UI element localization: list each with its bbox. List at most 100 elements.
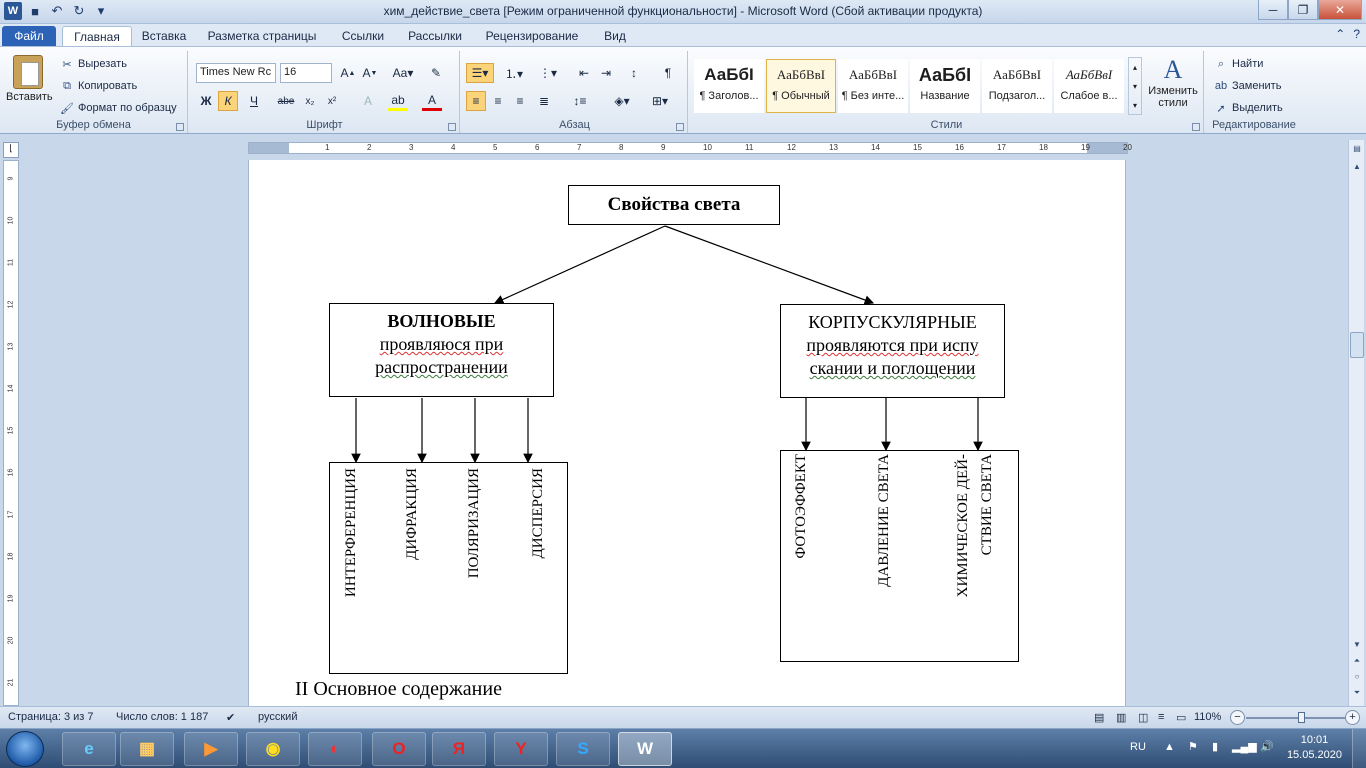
bold-button[interactable]: Ж — [196, 91, 216, 111]
corp-box[interactable]: КОРПУСКУЛЯРНЫЕ проявляются при испу скан… — [780, 304, 1005, 398]
style-heading[interactable]: АаБбІ ¶ Заголов... — [694, 59, 764, 113]
app-red-icon[interactable]: ◐ — [308, 732, 362, 766]
show-desktop-button[interactable] — [1352, 729, 1366, 768]
clear-formatting-icon[interactable]: ✎ — [426, 63, 446, 83]
numbering-button[interactable]: ⒈▾ — [500, 63, 528, 83]
highlight-icon[interactable]: ab — [388, 91, 408, 111]
tray-expand-icon[interactable]: ▲ — [1164, 741, 1175, 753]
justify-button[interactable]: ≣ — [534, 91, 554, 111]
close-button[interactable]: ✕ — [1318, 0, 1362, 20]
skype-icon[interactable]: S — [556, 732, 610, 766]
sort-icon[interactable]: ↕ — [624, 63, 644, 83]
yandex-browser-icon[interactable]: Y — [494, 732, 548, 766]
copy-button[interactable]: ⧉ Копировать — [60, 79, 137, 93]
borders-icon[interactable]: ⊞▾ — [646, 91, 674, 111]
change-case-icon[interactable]: Aa▾ — [390, 63, 416, 83]
style-subtle-emphasis[interactable]: АаБбВвІ Слабое в... — [1054, 59, 1124, 113]
tab-mailings[interactable]: Рассылки — [400, 26, 470, 46]
tab-file[interactable]: Файл — [2, 26, 56, 46]
strikethrough-button[interactable]: abe — [276, 91, 296, 111]
underline-button[interactable]: Ч — [244, 91, 264, 111]
change-styles-button[interactable]: A Изменить стили — [1144, 55, 1202, 109]
grow-font-icon[interactable]: A ▲ — [338, 63, 358, 83]
style-subtitle[interactable]: АаБбВвІ Подзагол... — [982, 59, 1052, 113]
line-spacing-button[interactable]: ↕≡ — [566, 91, 594, 111]
font-launcher-icon[interactable] — [448, 123, 456, 131]
language-indicator-tray[interactable]: RU — [1130, 741, 1146, 753]
collapse-ribbon-icon[interactable]: ⌃ — [1335, 27, 1345, 41]
view-web-icon[interactable]: ◫ — [1138, 711, 1148, 724]
shading-icon[interactable]: ◈▾ — [608, 91, 636, 111]
zoom-in-button[interactable]: + — [1345, 710, 1360, 725]
decrease-indent-icon[interactable]: ⇤ — [574, 63, 594, 83]
shrink-font-icon[interactable]: A ▼ — [360, 63, 380, 83]
superscript-button[interactable]: x² — [322, 91, 342, 111]
flag-icon[interactable]: ⚑ — [1188, 740, 1198, 753]
word-count[interactable]: Число слов: 1 187 — [116, 711, 208, 723]
network-icon[interactable]: ▂▄▆ — [1232, 740, 1257, 753]
tab-view[interactable]: Вид — [594, 26, 636, 46]
chrome-icon[interactable]: ◉ — [246, 732, 300, 766]
scroll-down-icon[interactable]: ▼ — [1351, 640, 1363, 652]
styles-launcher-icon[interactable] — [1192, 123, 1200, 131]
zoom-out-button[interactable]: − — [1230, 710, 1245, 725]
bullets-button[interactable]: ☰▾ — [466, 63, 494, 83]
next-page-icon[interactable]: ⏷ — [1351, 688, 1363, 700]
view-full-screen-icon[interactable]: ▥ — [1116, 711, 1126, 724]
tab-selector[interactable]: ⌊ — [3, 142, 19, 158]
cut-button[interactable]: ✂ Вырезать — [60, 57, 127, 71]
maximize-button[interactable]: ❐ — [1288, 0, 1318, 20]
font-size-field[interactable]: 16 — [280, 63, 332, 83]
tab-references[interactable]: Ссылки — [330, 26, 396, 46]
style-no-spacing[interactable]: АаБбВвІ ¶ Без инте... — [838, 59, 908, 113]
tab-home[interactable]: Главная — [62, 26, 132, 46]
zoom-level[interactable]: 110% — [1194, 711, 1221, 723]
style-title[interactable]: АаБбІ Название — [910, 59, 980, 113]
minimize-button[interactable]: ─ — [1258, 0, 1288, 20]
view-outline-icon[interactable]: ≡ — [1158, 711, 1164, 723]
multilevel-list-button[interactable]: ⋮▾ — [534, 63, 562, 83]
tab-insert[interactable]: Вставка — [134, 26, 194, 46]
proofing-icon[interactable]: ✔ — [226, 711, 235, 724]
start-button[interactable] — [6, 731, 44, 767]
align-right-button[interactable]: ≡ — [510, 91, 530, 111]
tab-review[interactable]: Рецензирование — [478, 26, 586, 46]
italic-button[interactable]: К — [218, 91, 238, 111]
wave-box[interactable]: ВОЛНОВЫЕ проявляюся при распространении — [329, 303, 554, 397]
replace-button[interactable]: ab Заменить — [1214, 79, 1282, 93]
select-button[interactable]: ➚ Выделить — [1214, 101, 1282, 115]
ruler-toggle-icon[interactable]: ▤ — [1351, 144, 1363, 156]
show-marks-icon[interactable]: ¶ — [658, 63, 678, 83]
horizontal-ruler[interactable]: 1 2 3 4 5 6 7 8 9 10 11 12 13 14 15 16 17 18 19 20 — [248, 142, 1132, 154]
tab-page-layout[interactable]: Разметка страницы — [200, 26, 324, 46]
battery-icon[interactable]: ▮ — [1212, 740, 1218, 753]
font-name-field[interactable]: Times New Rc — [196, 63, 276, 83]
scroll-thumb[interactable] — [1350, 332, 1364, 358]
media-player-icon[interactable]: ▶ — [184, 732, 238, 766]
styles-scroll[interactable]: ▴ ▾ ▾ — [1128, 57, 1142, 115]
clock[interactable]: 10:01 15.05.2020 — [1287, 733, 1342, 763]
previous-page-icon[interactable]: ⏶ — [1351, 656, 1363, 668]
view-print-layout-icon[interactable]: ▤ — [1094, 711, 1104, 724]
vertical-ruler[interactable]: 9 10 11 12 13 14 15 16 17 18 19 20 21 — [3, 160, 19, 706]
scroll-up-icon[interactable]: ▲ — [1351, 162, 1363, 174]
clipboard-launcher-icon[interactable] — [176, 123, 184, 131]
find-button[interactable]: ⌕ Найти — [1214, 57, 1263, 71]
volume-icon[interactable]: 🔊 — [1260, 740, 1274, 753]
help-icon[interactable]: ? — [1353, 27, 1360, 41]
vertical-scrollbar[interactable]: ▤ ▲ ▼ ⏶ ○ ⏷ — [1348, 140, 1364, 706]
align-center-button[interactable]: ≡ — [488, 91, 508, 111]
paste-button[interactable]: Вставить — [6, 55, 53, 103]
zoom-slider[interactable] — [1246, 712, 1350, 723]
view-draft-icon[interactable]: ▭ — [1176, 711, 1186, 724]
word-taskbar-icon[interactable]: W — [618, 732, 672, 766]
style-normal[interactable]: АаБбВвІ ¶ Обычный — [766, 59, 836, 113]
zoom-knob[interactable] — [1298, 712, 1305, 723]
page-indicator[interactable]: Страница: 3 из 7 — [8, 711, 94, 723]
select-browse-object-icon[interactable]: ○ — [1351, 672, 1363, 684]
yandex-icon[interactable]: Я — [432, 732, 486, 766]
internet-explorer-icon[interactable]: e — [62, 732, 116, 766]
root-box[interactable]: Свойства света — [568, 185, 780, 225]
increase-indent-icon[interactable]: ⇥ — [596, 63, 616, 83]
paragraph-launcher-icon[interactable] — [676, 123, 684, 131]
